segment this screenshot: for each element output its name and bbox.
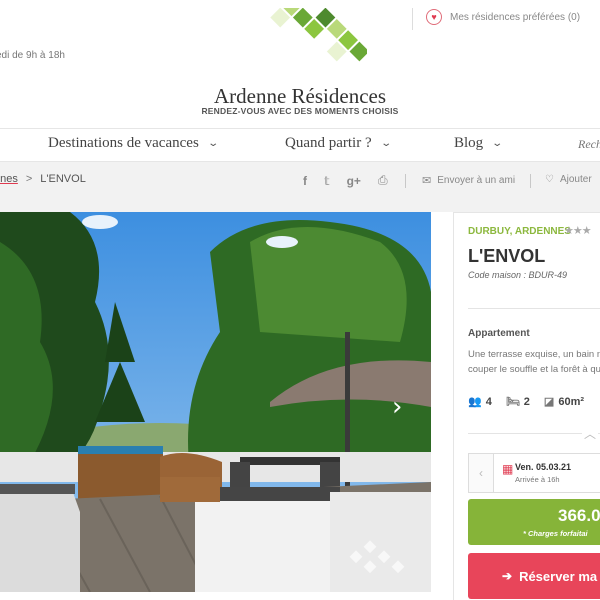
listing-name: L'ENVOL — [468, 246, 546, 266]
bed-icon: 🛏 — [505, 396, 520, 408]
listing-code: Code maison : BDUR-49 — [468, 270, 568, 280]
google-plus-icon[interactable]: g+ — [347, 174, 361, 188]
description-line: Une terrasse exquise, un bain n — [468, 349, 600, 360]
nav-item-label: Destinations de vacances — [48, 135, 199, 151]
search-field[interactable]: Rech — [578, 137, 600, 152]
send-to-friend-label: Envoyer à un ami — [437, 175, 516, 186]
description-line: couper le souffle et la forêt à qu — [468, 364, 600, 375]
nav-item-blog[interactable]: Blog ⌄ — [454, 135, 504, 152]
envelope-icon: ✉ — [422, 175, 432, 187]
arrow-right-icon: ➔ — [502, 569, 513, 583]
listing-description: Une terrasse exquise, un bain n couper l… — [468, 347, 600, 377]
nav-item-quand-partir[interactable]: Quand partir ? ⌄ — [285, 135, 392, 152]
header-divider — [412, 8, 413, 30]
listing-summary-panel: DURBUY, ARDENNES ★★★ L'ENVOL Code maison… — [453, 212, 600, 600]
rating-stars-icon: ★★★ — [564, 225, 592, 237]
add-favorite-link[interactable]: ♡ Ajouter — [545, 174, 592, 185]
print-icon[interactable]: ⎙ — [378, 173, 388, 188]
people-icon: 👥 — [468, 396, 482, 408]
photo-next-arrow-icon[interactable]: › — [392, 392, 402, 422]
terrace-photo-image — [0, 212, 431, 592]
breadcrumb-separator: > — [25, 173, 33, 185]
breadcrumb-bar: nnes > L'ENVOL f 𝕥 g+ ⎙ ✉ Envoyer à un a… — [0, 162, 600, 212]
persons-count: 4 — [485, 395, 492, 408]
breadcrumb-parent-link[interactable]: nnes — [0, 173, 18, 185]
favorites-link[interactable]: ♥ Mes résidences préférées (0) — [426, 9, 580, 25]
send-to-friend-link[interactable]: ✉ Envoyer à un ami — [422, 174, 515, 187]
selected-date[interactable]: Ven. 05.03.21 — [515, 462, 571, 472]
share-divider — [530, 174, 531, 188]
date-selector: ‹ ▦ Ven. 05.03.21 Arrivée à 16h › — [468, 453, 600, 493]
bedrooms-count: 2 — [523, 395, 530, 408]
price-box: 366.0 * Charges forfaitai — [468, 499, 600, 545]
area-feature: ◪ 60m² — [543, 395, 585, 409]
favorites-label: Mes résidences préférées (0) — [450, 11, 581, 23]
nav-item-label: Quand partir ? — [285, 135, 372, 151]
twitter-icon[interactable]: 𝕥 — [324, 174, 330, 188]
chevron-up-icon[interactable]: ︿ — [582, 425, 598, 441]
listing-features: 👥 4 🛏 2 ◪ 60m² — [468, 395, 598, 409]
listing-photo[interactable]: › — [0, 212, 431, 592]
panel-divider — [468, 308, 600, 309]
nav-item-label: Blog — [454, 135, 484, 151]
persons-feature: 👥 4 — [468, 395, 492, 409]
breadcrumb-current: L'ENVOL — [40, 173, 86, 185]
panel-divider — [468, 433, 600, 434]
calendar-icon: ▦ — [502, 462, 514, 476]
listing-location[interactable]: DURBUY, ARDENNES — [468, 226, 571, 237]
main-nav: Destinations de vacances ⌄ Quand partir … — [0, 128, 600, 162]
logo-tagline: RENDEZ-VOUS AVEC DES MOMENTS CHOISIS — [201, 106, 399, 116]
nav-item-destinations[interactable]: Destinations de vacances ⌄ — [48, 135, 219, 152]
social-share-icons: f 𝕥 g+ ⎙ — [303, 173, 423, 188]
price-value: 366.0 — [558, 506, 600, 525]
charges-note: * Charges forfaitai — [523, 529, 588, 538]
chevron-down-icon: ⌄ — [379, 138, 392, 149]
arrival-time: Arrivée à 16h — [515, 475, 560, 484]
logo-mountain-mark — [270, 8, 367, 62]
share-divider — [404, 173, 406, 188]
facebook-icon[interactable]: f — [303, 174, 307, 188]
area-value: 60m² — [558, 395, 585, 408]
heart-icon: ♥ — [426, 9, 442, 25]
reserve-label: Réserver ma — [519, 568, 598, 584]
page: edi de 9h à 18h Ardenne Résidences RENDE… — [0, 0, 600, 600]
chevron-down-icon: ⌄ — [207, 138, 219, 149]
site-logo[interactable]: Ardenne Résidences RENDEZ-VOUS AVEC DES … — [200, 8, 400, 118]
add-favorite-label: Ajouter — [559, 174, 592, 185]
heart-outline-icon: ♡ — [545, 174, 554, 185]
breadcrumb: nnes > L'ENVOL — [0, 173, 86, 185]
date-prev-button[interactable]: ‹ — [469, 454, 494, 492]
contact-hours: edi de 9h à 18h — [0, 46, 65, 66]
reserve-button[interactable]: ➔ Réserver ma — [468, 553, 600, 599]
bedrooms-feature: 🛏 2 — [505, 395, 530, 409]
site-header: edi de 9h à 18h Ardenne Résidences RENDE… — [0, 0, 600, 128]
chevron-down-icon: ⌄ — [491, 138, 504, 149]
contact-hours-line: edi de 9h à 18h — [0, 50, 65, 61]
listing-type: Appartement — [468, 328, 530, 339]
area-icon: ◪ — [543, 396, 555, 408]
